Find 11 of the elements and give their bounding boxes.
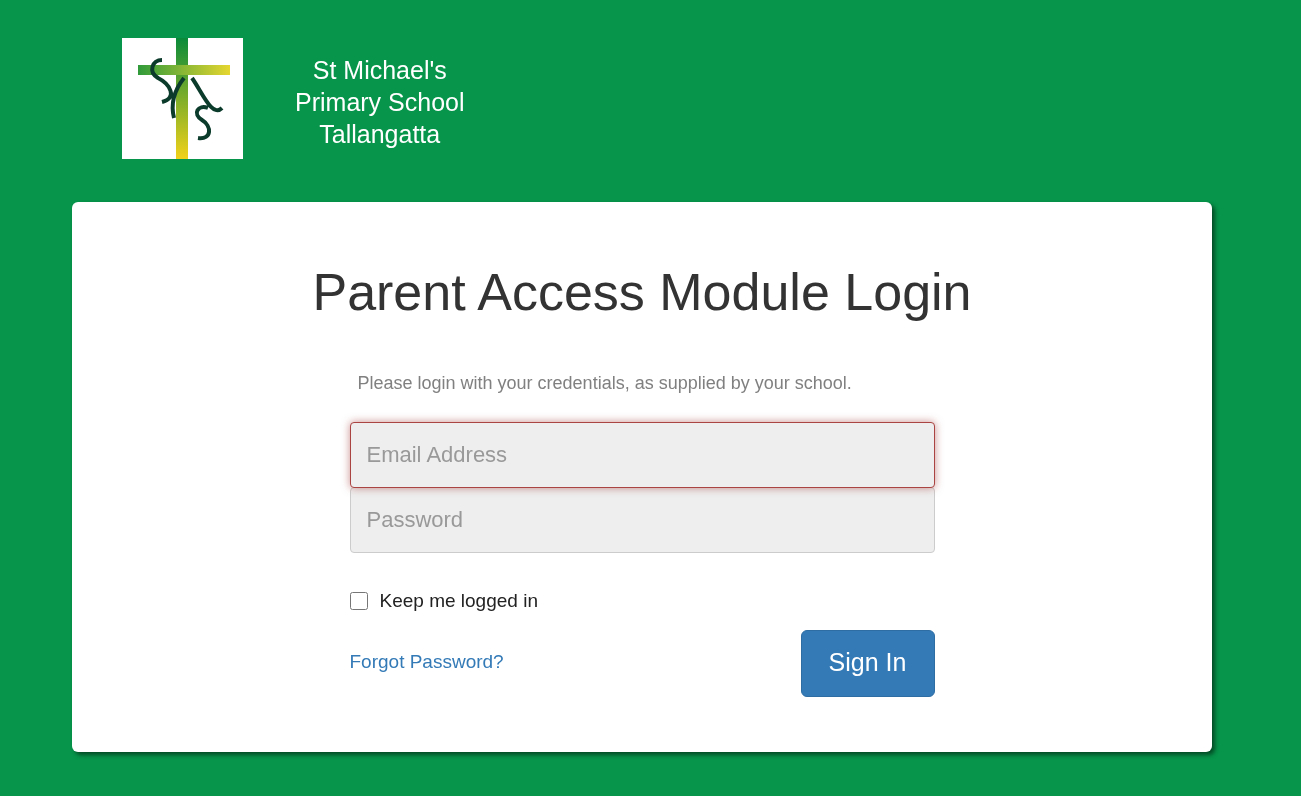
school-name-text: Tallangatta: [319, 119, 441, 150]
login-title: Parent Access Module Login: [312, 262, 972, 323]
password-field[interactable]: Password: [349, 487, 935, 553]
keep-logged-in-label[interactable]: Keep me logged in: [379, 587, 538, 616]
sign-in-button[interactable]: Sign In: [800, 629, 935, 697]
school-name-text: St Michael's: [312, 55, 447, 86]
school-name-text: Primary School: [295, 87, 465, 118]
keep-logged-in-checkbox[interactable]: [349, 592, 368, 611]
forgot-password-link[interactable]: Forgot Password?: [349, 647, 504, 676]
instructions-text: Please login with your credentials, as supplied by your school.: [357, 372, 853, 395]
email-field[interactable]: Email Address: [349, 422, 935, 488]
